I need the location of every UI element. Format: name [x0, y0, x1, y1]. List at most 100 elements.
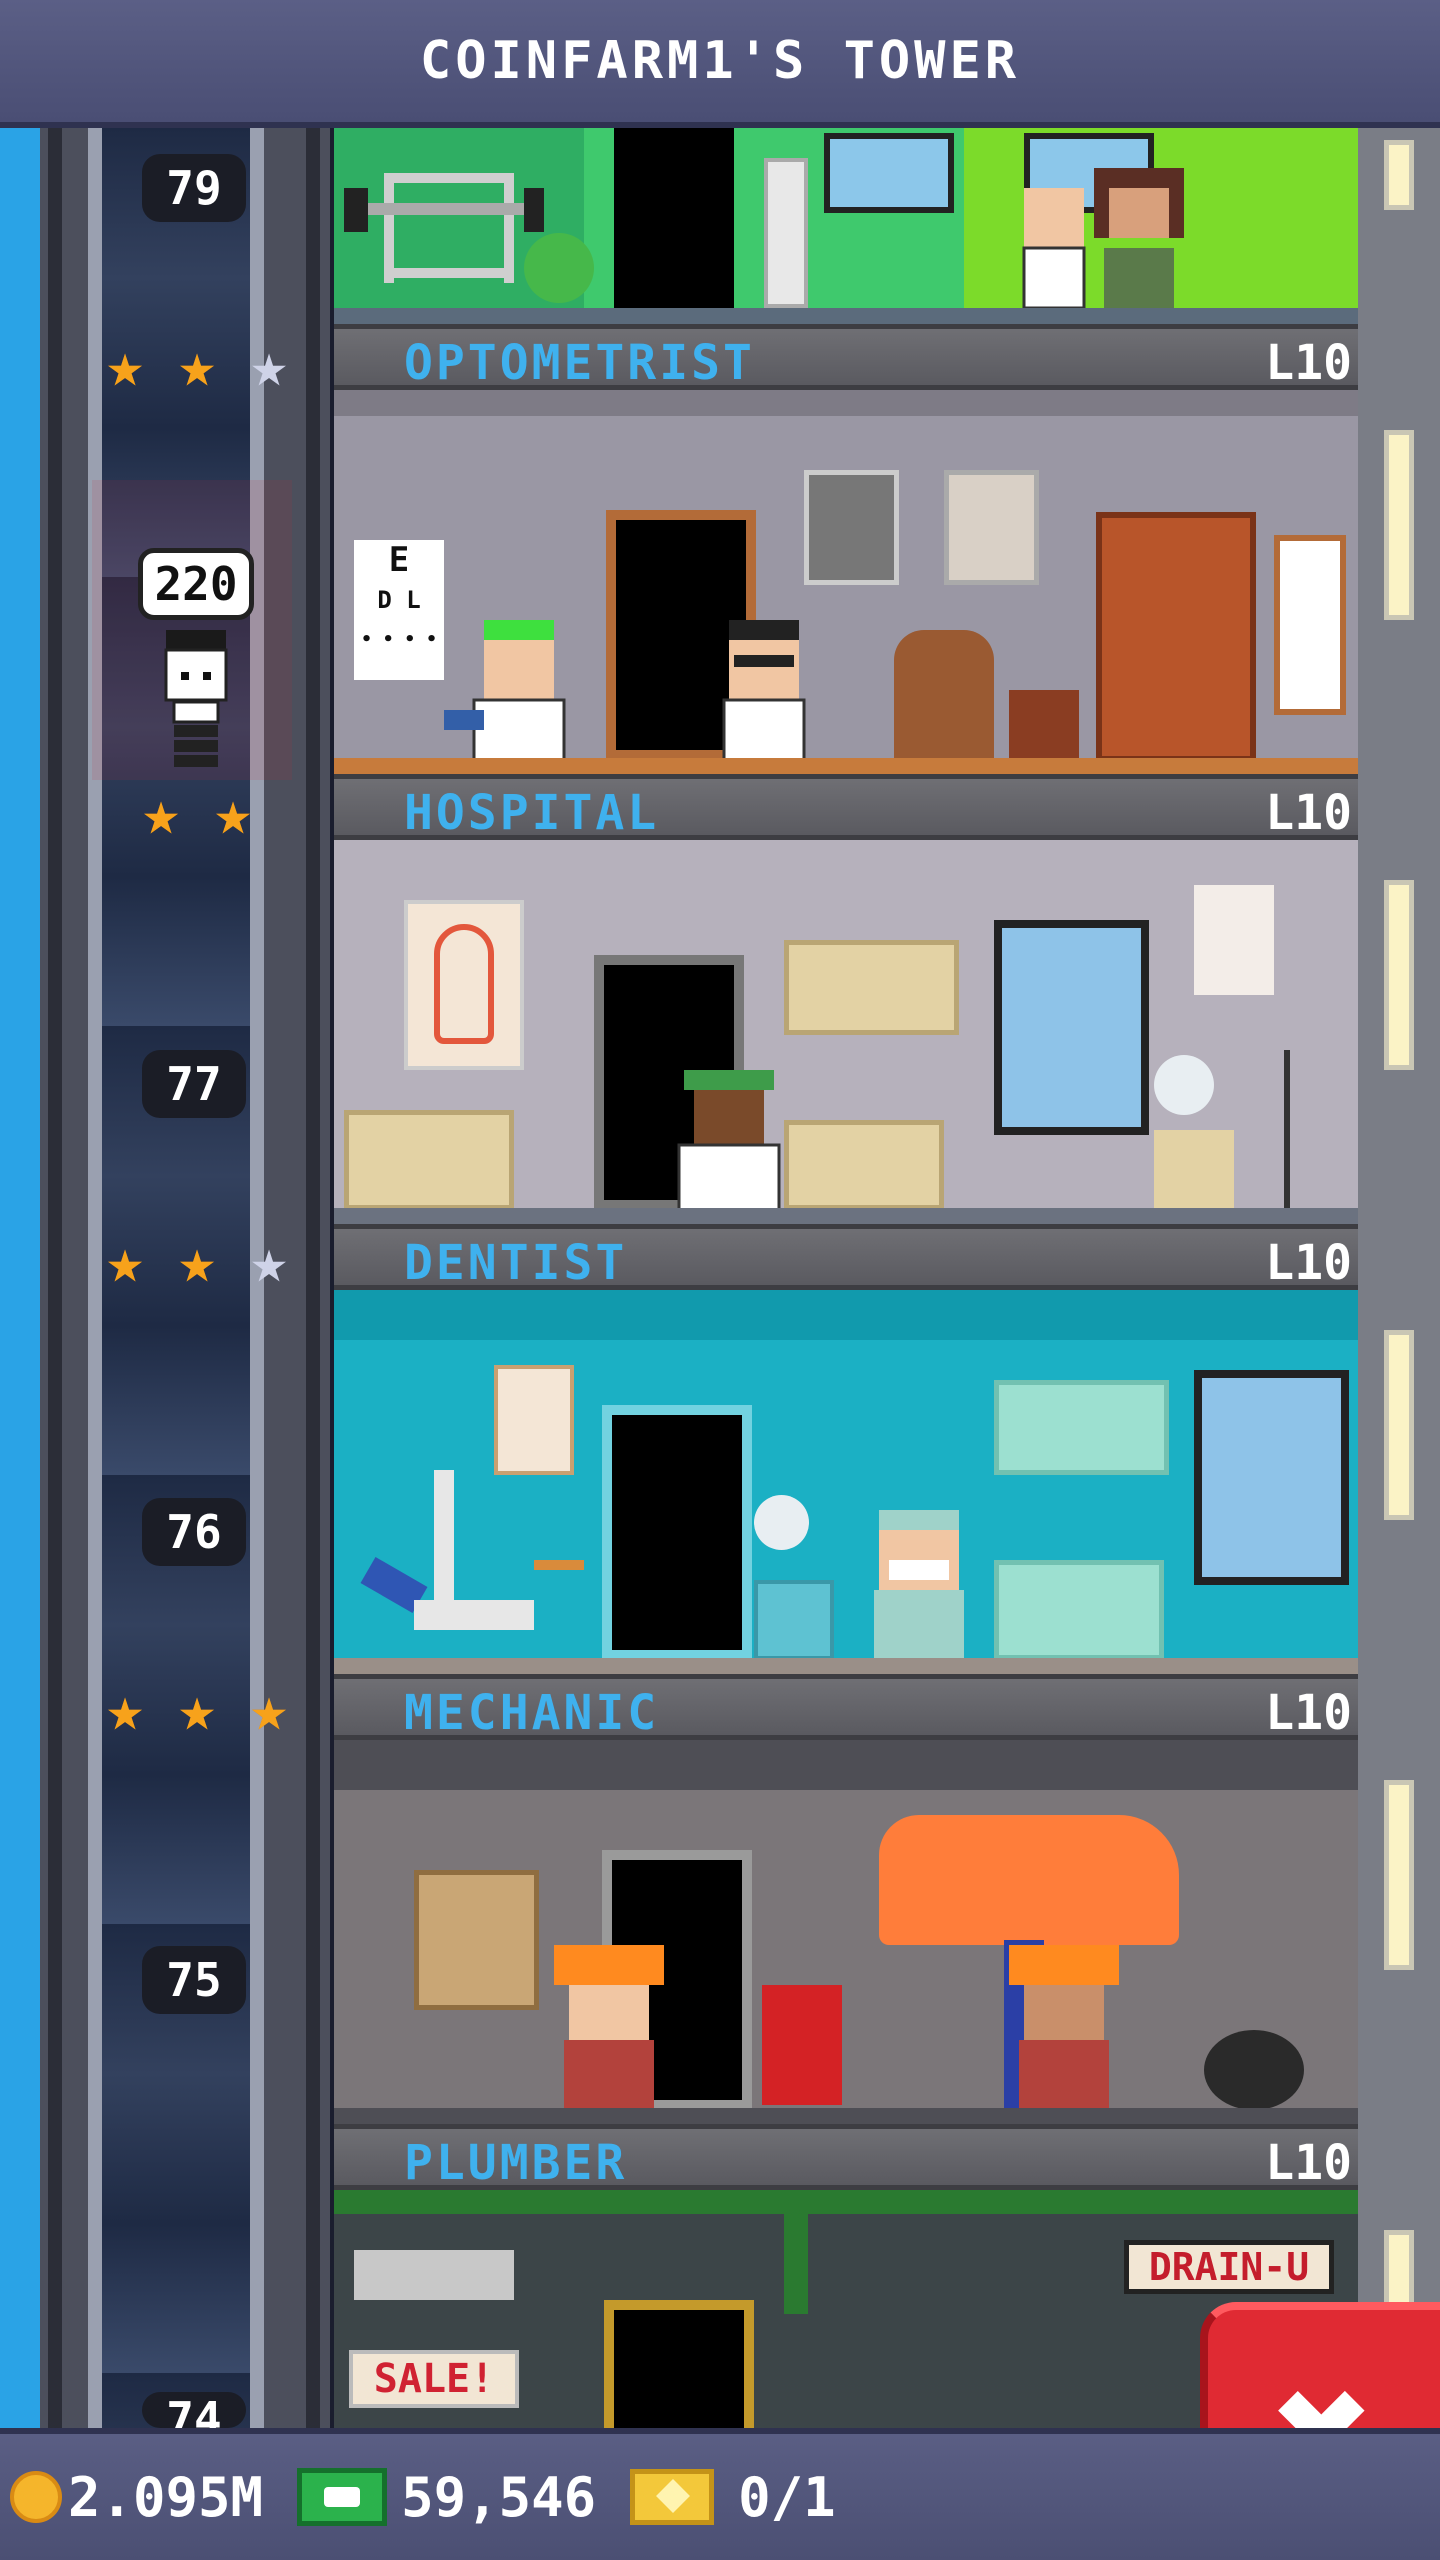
dentist-door: [612, 1415, 742, 1650]
floor-level: L10: [1265, 335, 1352, 391]
glasses-poster: [804, 470, 899, 585]
mechanic-ceiling-pipes: [334, 1740, 1358, 1790]
star-icon: ★: [106, 1672, 144, 1745]
skeleton-poster: [404, 900, 524, 1070]
star-icon: ★: [250, 1224, 288, 1297]
star-icon: ★: [178, 1224, 216, 1297]
dentist-door-frame: [602, 1405, 752, 1660]
side-window: [1384, 1780, 1414, 1970]
hospital-star-rating: ★ ★: [128, 780, 266, 852]
plumber-header[interactable]: PLUMBER L10: [334, 2124, 1358, 2191]
heart-poster: [1194, 885, 1274, 995]
eye-chart-line: • • • •: [361, 629, 437, 650]
mirror: [1274, 535, 1346, 715]
passenger-speech-bubble[interactable]: 220: [138, 548, 254, 620]
drain-u-sign: DRAIN-U: [1124, 2240, 1334, 2294]
optometrist-header[interactable]: OPTOMETRIST L10: [334, 324, 1358, 391]
plumber-door: [614, 2310, 744, 2428]
gym-visitors: [1022, 168, 1184, 310]
green-pipe: [784, 2214, 808, 2314]
dentist-window: [1194, 1370, 1349, 1585]
optometrist-customer: [722, 620, 806, 770]
iv-stand: [1284, 1050, 1334, 1210]
tool-pegboard: [414, 1870, 539, 2010]
floor-hospital[interactable]: [334, 840, 1358, 1224]
glasses-display-shelf: [1096, 512, 1256, 762]
green-pipe: [334, 2190, 1358, 2214]
coin-icon: [10, 2471, 62, 2523]
ticket-icon: [630, 2469, 715, 2525]
exercise-ball: [524, 233, 594, 303]
floor-strip: [334, 758, 1358, 774]
star-icon: ★: [106, 328, 144, 401]
floor-name: MECHANIC: [404, 1685, 660, 1741]
star-icon: ★: [214, 776, 252, 849]
floor-name: OPTOMETRIST: [404, 335, 755, 391]
dental-lamp: [754, 1495, 809, 1550]
eye-chart-line: D L: [377, 586, 421, 614]
cash-icon: [297, 2468, 388, 2526]
hospital-counter: [784, 1120, 944, 1210]
hospital-counter: [344, 1110, 514, 1210]
eye-chart-line: E: [388, 540, 410, 580]
floor-mechanic[interactable]: [334, 1740, 1358, 2124]
gym-door: [614, 128, 734, 318]
hospital-header[interactable]: HOSPITAL L10: [334, 774, 1358, 841]
floor-name: DENTIST: [404, 1235, 628, 1291]
car-on-lift: [879, 1815, 1179, 1945]
waiting-chair: [894, 630, 994, 760]
floor-name: HOSPITAL: [404, 785, 660, 841]
sale-sign: SALE!: [349, 2350, 519, 2408]
side-cabinet: [1154, 1130, 1234, 1210]
sky-background: [0, 128, 40, 2428]
plumber-door-frame: [604, 2300, 754, 2428]
floor-number-75: 75: [142, 1946, 246, 2014]
side-window: [1384, 430, 1414, 620]
floor-optometrist[interactable]: E D L • • • •: [334, 390, 1358, 774]
tool-chest: [762, 1985, 842, 2105]
floor-number-74: 74: [142, 2392, 246, 2428]
coins-stat[interactable]: 2.095M: [10, 2466, 263, 2529]
floor-strip: [334, 308, 1358, 324]
tickets-stat[interactable]: 0/1: [630, 2466, 836, 2529]
barbell-icon: [344, 173, 544, 283]
floor-name: PLUMBER: [404, 2135, 628, 2191]
bux-stat[interactable]: 59,546: [297, 2466, 596, 2529]
floor-level: L10: [1265, 1685, 1352, 1741]
floor-gym[interactable]: [334, 128, 1358, 324]
star-icon: ★: [178, 1672, 216, 1745]
side-table: [1009, 690, 1079, 760]
floor-strip: [334, 1208, 1358, 1224]
resource-bar: 2.095M 59,546 0/1: [0, 2428, 1440, 2560]
eye-chart: E D L • • • •: [354, 540, 444, 680]
dentist-star-rating: ★ ★ ★: [92, 1228, 302, 1300]
optometrist-star-rating: ★ ★ ★: [92, 332, 302, 404]
glasses-poster: [944, 470, 1039, 585]
dentist-counter: [994, 1560, 1164, 1660]
teeth-poster: [494, 1365, 574, 1475]
dentist-header[interactable]: DENTIST L10: [334, 1224, 1358, 1291]
hospital-worker: [677, 1070, 781, 1215]
mechanic-worker: [1009, 1945, 1119, 2110]
star-icon: ★: [250, 1672, 288, 1745]
side-window: [1384, 880, 1414, 1070]
shaft-rail-right: [306, 128, 320, 2428]
dentist-trim: [334, 1290, 1358, 1340]
optometrist-worker: [444, 620, 566, 770]
coins-value: 2.095M: [68, 2465, 264, 2529]
tower-title: COINFARM1'S TOWER: [0, 0, 1440, 128]
bux-value: 59,546: [401, 2465, 597, 2529]
floor-number-76: 76: [142, 1498, 246, 1566]
water-cooler: [764, 158, 808, 308]
mechanic-header[interactable]: MECHANIC L10: [334, 1674, 1358, 1741]
wall-cabinet: [784, 940, 959, 1035]
ceiling: [334, 390, 1358, 416]
floor-dentist[interactable]: [334, 1290, 1358, 1674]
floor-number-77: 77: [142, 1050, 246, 1118]
mechanic-star-rating: ★ ★ ★: [92, 1676, 302, 1748]
dentist-chair: [360, 1470, 584, 1630]
elevator-passenger[interactable]: [146, 630, 246, 780]
floor-level: L10: [1265, 1235, 1352, 1291]
side-window: [1384, 1330, 1414, 1520]
dentist-worker: [874, 1510, 964, 1665]
